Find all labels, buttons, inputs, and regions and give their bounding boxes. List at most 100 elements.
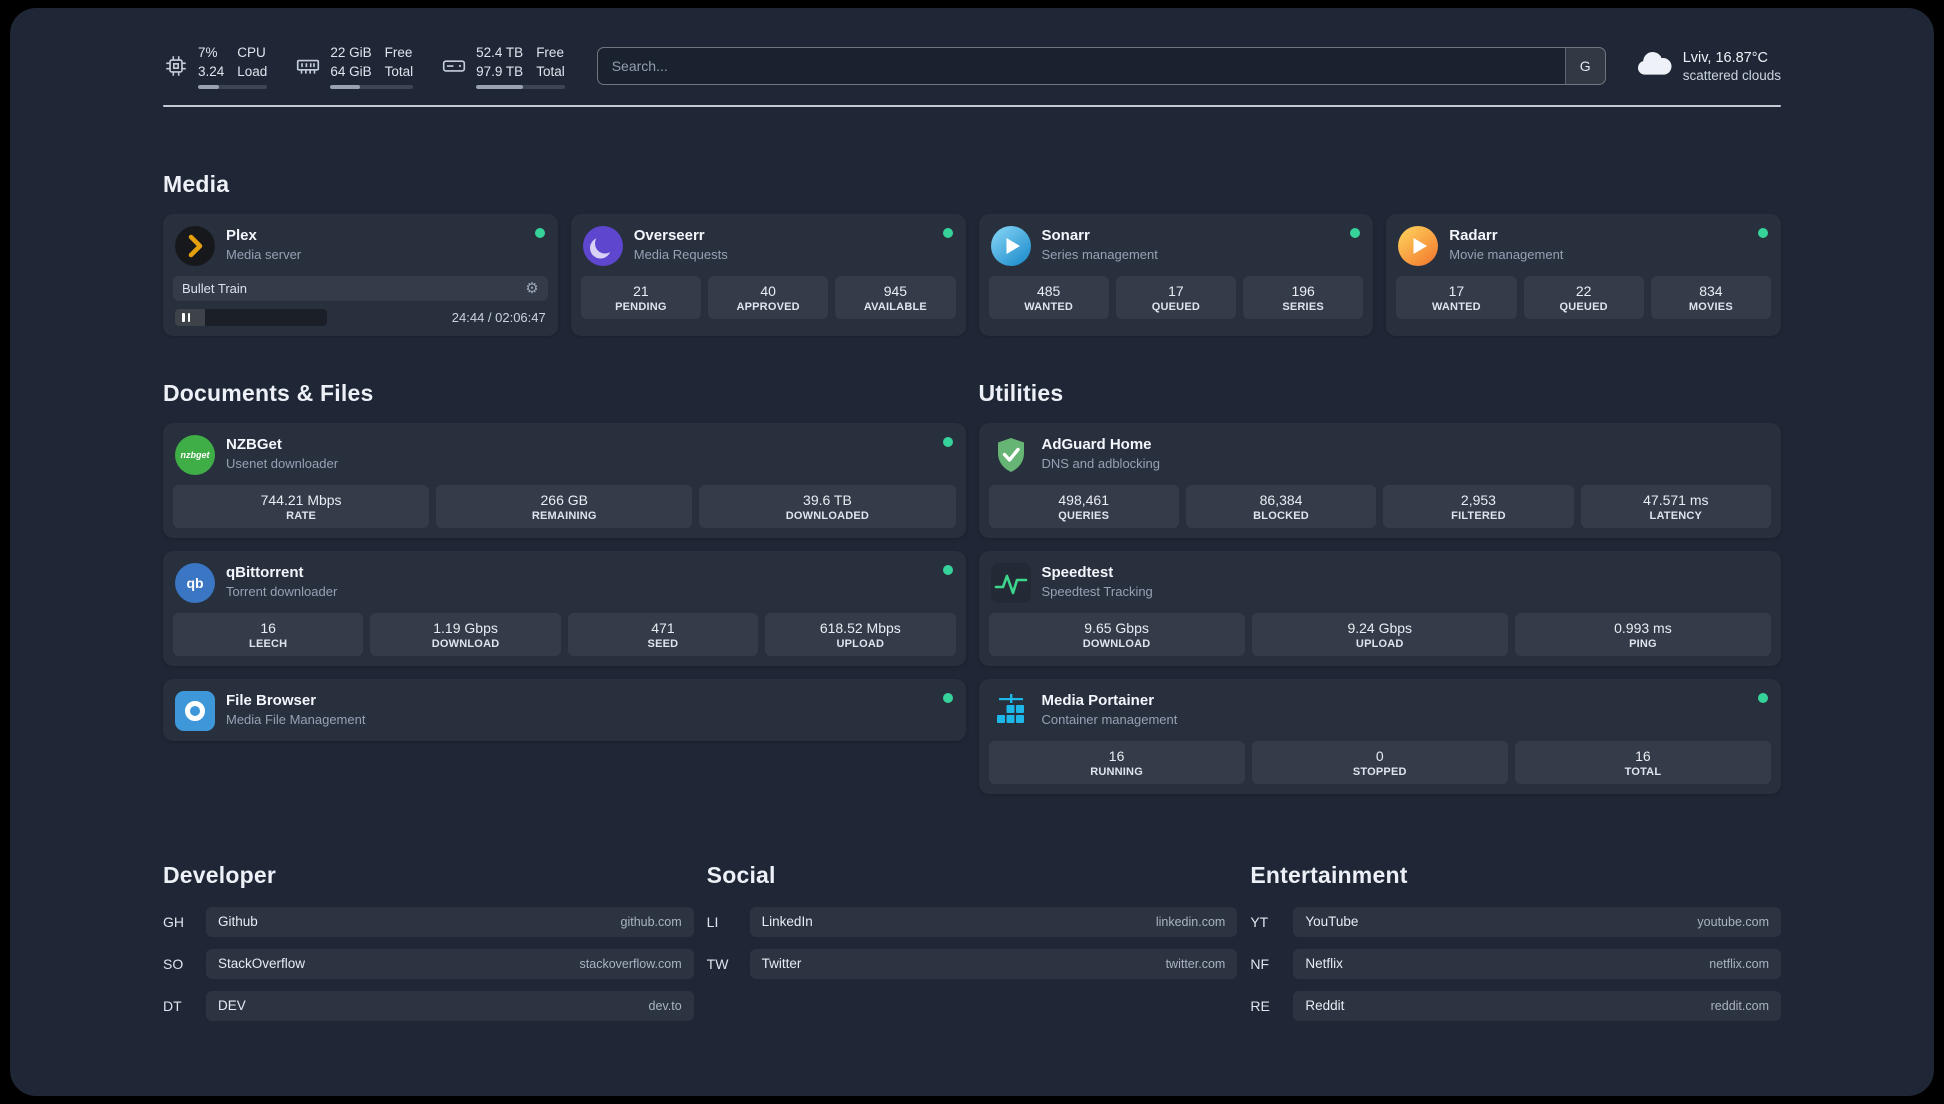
sonarr-card[interactable]: Sonarr Series management 485 WANTED 17 Q… <box>978 213 1374 336</box>
adguard-card[interactable]: AdGuard Home DNS and adblocking 498,461 … <box>978 422 1781 538</box>
bookmark-youtube[interactable]: YT YouTube youtube.com <box>1250 906 1781 937</box>
stat-ping: 0.993 ms PING <box>1514 612 1772 656</box>
topbar-divider <box>163 104 1781 107</box>
disk-widget: 52.4 TB 97.9 TB Free Total <box>441 44 565 89</box>
overseerr-card[interactable]: Overseerr Media Requests 21 PENDING 40 A… <box>570 213 966 336</box>
utilities-section-title: Utilities <box>978 379 1064 406</box>
cpu-percent: 7% <box>198 45 218 60</box>
memory-free: 22 GiB <box>330 45 372 60</box>
bookmark-reddit[interactable]: RE Reddit reddit.com <box>1250 990 1781 1021</box>
bookmark-abbr: GH <box>163 913 184 930</box>
filebrowser-card[interactable]: File Browser Media File Management <box>163 678 966 741</box>
stat-available: 945 AVAILABLE <box>835 275 956 319</box>
disk-total: 97.9 TB <box>476 63 524 79</box>
app-name: qBittorrent <box>226 564 304 582</box>
bookmark-linkedin[interactable]: LI LinkedIn linkedin.com <box>706 906 1238 937</box>
overseerr-icon <box>582 225 623 266</box>
qbittorrent-status-dot <box>942 564 953 575</box>
plex-card[interactable]: Plex Media server Bullet Train ⚙ 24:44 /… <box>163 213 558 336</box>
radarr-status-dot <box>1758 227 1768 238</box>
playback-progress-bar[interactable] <box>175 308 327 326</box>
hard-drive-icon <box>441 53 467 79</box>
utilities-section: Utilities AdGuard Home DNS and adblockin… <box>978 379 1781 794</box>
speedtest-icon <box>990 562 1031 603</box>
now-playing-strip: Bullet Train ⚙ <box>173 275 548 301</box>
disk-label: Free <box>536 45 564 60</box>
memory-label: Free <box>384 45 413 60</box>
sonarr-icon <box>990 225 1031 266</box>
bookmark-netflix[interactable]: NF Netflix netflix.com <box>1250 948 1781 979</box>
qbittorrent-icon: qb <box>175 562 215 603</box>
bookmark-name: DEV <box>218 998 246 1014</box>
filebrowser-status-dot <box>942 692 953 703</box>
search-provider-button[interactable]: G <box>1564 48 1605 85</box>
now-playing-title: Bullet Train <box>182 280 248 296</box>
bookmark-abbr: LI <box>706 913 719 930</box>
gear-icon[interactable]: ⚙ <box>525 281 538 296</box>
entertainment-section-title: Entertainment <box>1250 861 1408 888</box>
pause-icon <box>187 312 190 322</box>
nzbget-icon: nzbget <box>175 434 215 475</box>
cpu-load: 3.24 <box>198 63 225 79</box>
filebrowser-icon <box>175 690 215 731</box>
bookmark-domain: linkedin.com <box>1155 914 1226 929</box>
social-section-title: Social <box>706 861 776 888</box>
pause-icon <box>182 312 185 322</box>
bookmark-github[interactable]: GH Github github.com <box>163 906 694 937</box>
app-subtitle: Media server <box>226 247 302 263</box>
stat-movies: 834 MOVIES <box>1650 275 1771 319</box>
nzbget-card[interactable]: nzbget NZBGet Usenet downloader 744.21 M… <box>163 422 966 538</box>
app-name: AdGuard Home <box>1041 436 1152 454</box>
app-name: Overseerr <box>633 227 705 245</box>
memory-usage-bar <box>330 84 414 89</box>
weather-widget: Lviv, 16.87°C scattered clouds <box>1634 49 1781 83</box>
stat-queued: 22 QUEUED <box>1523 275 1644 319</box>
memory-usage-fill <box>330 84 361 89</box>
topbar: 7% 3.24 CPU Load 22 GiB 64 GiB Free Tota… <box>163 44 1781 89</box>
disk-label-2: Total <box>536 63 565 79</box>
app-name: File Browser <box>226 692 317 710</box>
stat-leech: 16 LEECH <box>173 612 364 656</box>
plex-icon <box>175 225 215 266</box>
overseerr-status-dot <box>942 227 953 238</box>
app-subtitle: Movie management <box>1449 247 1564 263</box>
bookmark-stackoverflow[interactable]: SO StackOverflow stackoverflow.com <box>163 948 694 979</box>
stat-approved: 40 APPROVED <box>708 275 829 319</box>
developer-bookmarks: Developer GH Github github.com SO StackO… <box>163 862 694 1021</box>
bookmark-abbr: SO <box>163 955 184 972</box>
stat-upload: 618.52 Mbps UPLOAD <box>765 612 956 656</box>
cpu-label-2: Load <box>237 63 268 79</box>
portainer-status-dot <box>1758 692 1768 703</box>
qbittorrent-card[interactable]: qb qBittorrent Torrent downloader 16 LEE… <box>163 550 966 666</box>
speedtest-card[interactable]: Speedtest Speedtest Tracking 9.65 Gbps D… <box>978 550 1781 666</box>
weather-location: Lviv, 16.87°C <box>1682 49 1769 66</box>
stat-running: 16 RUNNING <box>988 740 1245 784</box>
media-section: Media Plex Media server Bullet Train ⚙ 2… <box>163 171 1781 336</box>
portainer-card[interactable]: Media Portainer Container management 16 … <box>978 678 1781 794</box>
app-name: Plex <box>226 227 257 245</box>
stat-download: 1.19 Gbps DOWNLOAD <box>370 612 561 656</box>
radarr-card[interactable]: Radarr Movie management 17 WANTED 22 QUE… <box>1386 213 1781 336</box>
bookmark-domain: twitter.com <box>1165 956 1226 971</box>
stat-total: 16 TOTAL <box>1514 740 1772 784</box>
search-input[interactable] <box>597 48 1565 85</box>
bookmark-name: YouTube <box>1305 914 1359 930</box>
bookmark-name: Netflix <box>1305 956 1343 972</box>
sonarr-status-dot <box>1350 227 1361 238</box>
memory-label-2: Total <box>384 63 414 79</box>
stat-remaining: 266 GB REMAINING <box>436 484 693 528</box>
adguard-shield-icon <box>991 435 1031 475</box>
bookmark-abbr: RE <box>1250 997 1270 1014</box>
bookmark-domain: youtube.com <box>1697 914 1769 929</box>
bookmark-dev[interactable]: DT DEV dev.to <box>163 990 694 1021</box>
bookmark-twitter[interactable]: TW Twitter twitter.com <box>707 948 1238 979</box>
cpu-widget: 7% 3.24 CPU Load <box>163 44 268 89</box>
documents-section: Documents & Files nzbget NZBGet Usenet d… <box>163 380 966 741</box>
stat-blocked: 86,384 BLOCKED <box>1185 484 1377 528</box>
stat-pending: 21 PENDING <box>580 275 701 319</box>
stat-upload: 9.24 Gbps UPLOAD <box>1251 612 1508 656</box>
app-name: NZBGet <box>226 436 282 454</box>
bookmark-domain: stackoverflow.com <box>579 956 682 971</box>
cpu-label: CPU <box>237 45 266 60</box>
bookmark-name: StackOverflow <box>218 956 306 972</box>
